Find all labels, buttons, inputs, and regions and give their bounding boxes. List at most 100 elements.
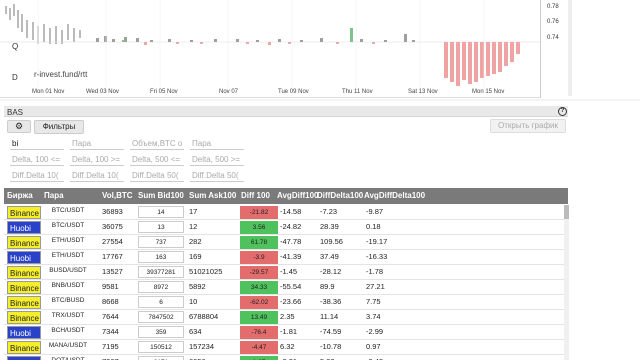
pair2-filter-input[interactable] [190,138,244,150]
pair-cell[interactable]: BTC/BUSD [43,297,93,304]
avgdiffdelta100-cell: -2.99 [366,327,384,336]
table-row[interactable]: Binance MANA/USDT 7195 150512 157234 -4.47 6.3… [4,340,564,355]
table-row[interactable]: Binance TRX/USDT 7644 7847502 6788804 13.49 2.… [4,310,564,325]
table-row[interactable]: Binance BNB/USDT 9581 8972 5892 34.33 -55.54 89… [4,280,564,295]
diffdelta100-cell: 11.14 [320,312,339,321]
col-exchange[interactable]: Биржа [7,191,33,200]
x-tick: Sat 13 Nov [408,89,438,95]
pair-filter-input[interactable] [70,138,124,150]
avgdiffdelta100-cell: -19.17 [366,237,388,246]
exchange-badge: Huobi [7,251,41,264]
pair-cell[interactable]: BTC/USDT [43,222,93,229]
pair-cell[interactable]: TRX/USDT [43,312,93,319]
pair-cell[interactable]: BUSD/USDT [43,267,93,274]
exchange-badge: Binance [7,341,41,354]
diffdelta100-cell: 37.49 [320,252,339,261]
diff100-cell: -29.57 [240,266,278,279]
sum-bid-cell: 359 [138,326,184,338]
panel-header [4,106,568,117]
settings-gear-button[interactable]: ⚙ [7,120,31,133]
pair-cell[interactable]: BTC/USDT [43,207,93,214]
x-tick: Wed 03 Nov [86,89,119,95]
diffdelta100-max-input[interactable] [70,170,124,182]
vol-cell: 27554 [102,237,123,246]
col-diffdelta100[interactable]: DiffDelta100 [317,191,363,200]
chart-label-d: D [12,73,18,82]
table-row[interactable]: Binance BTC/BUSD 8668 6 10 -62.02 -23.66 -38.36… [4,295,564,310]
table-row[interactable]: Huobi BTC/USDT 36075 13 12 3.56 -24.82 28.39 0.1… [4,220,564,235]
diffdelta100-min-input[interactable] [10,170,64,182]
diffdelta100-cell: 109.56 [320,237,343,246]
table-header: Биржа Пара Vol,BTC Sum Bid100 Sum Ask100… [4,188,568,204]
col-sum-bid[interactable]: Sum Bid100 [138,191,184,200]
pair-cell[interactable]: BCH/USDT [43,327,93,334]
diffdelta500-min-input[interactable] [130,170,184,182]
table-row[interactable]: Binance BUSD/USDT 13527 39377281 51021025 -29… [4,265,564,280]
open-chart-button[interactable]: Открыть график [490,119,566,133]
diffdelta500-max-input[interactable] [190,170,244,182]
col-sum-ask[interactable]: Sum Ask100 [189,191,236,200]
table-row[interactable]: Huobi ETH/USDT 17767 163 169 -3.9 -41.39 37.49 -… [4,250,564,265]
diffdelta100-cell: -7.23 [320,207,338,216]
vol-cell: 7644 [102,312,119,321]
pair-cell[interactable]: BNB/USDT [43,282,93,289]
price-tick: 0.78 [547,4,559,10]
sum-bid-cell: 8972 [138,281,184,293]
exchange-badge: Huobi [7,356,41,360]
col-avgdiffdelta100[interactable]: AvgDiffDelta100 [364,191,425,200]
table-scrollbar[interactable] [564,205,569,360]
gear-icon: ⚙ [14,121,24,131]
col-pair[interactable]: Пара [44,191,64,200]
sum-bid-cell: 14 [138,206,184,218]
price-chart[interactable]: Q D r-invest.fund/rtt Mon 01 Nov Wed 03 … [0,0,570,98]
sum-ask-cell: 5892 [189,282,206,291]
price-scale[interactable]: 0.78 0.76 0.74 [540,0,570,98]
diffdelta100-cell: -28.12 [320,267,342,276]
delta500-min-input[interactable] [130,154,184,166]
avgdiffdelta100-cell: -16.33 [366,252,388,261]
diff100-cell: -62.02 [240,296,278,309]
avgdiffdelta100-cell: 3.74 [366,312,381,321]
table-row[interactable]: Huobi BCH/USDT 7344 359 634 -76.4 -1.81 -74.59 -… [4,325,564,340]
chart-plot[interactable]: Q D r-invest.fund/rtt Mon 01 Nov Wed 03 … [0,0,540,98]
avgdiff100-cell: -47.78 [280,237,302,246]
avgdiff100-cell: -14.58 [280,207,302,216]
pair-cell[interactable]: ETH/USDT [43,252,93,259]
exchange-badge: Huobi [7,326,41,339]
volume-filter-input[interactable] [130,138,184,150]
delta500-max-input[interactable] [190,154,244,166]
exchange-badge: Binance [7,266,41,279]
table-row[interactable]: Binance BTC/USDT 36893 14 17 -21.82 -14.58 -7.2… [4,205,564,220]
delta100-min-input[interactable] [10,154,64,166]
scroll-thumb[interactable] [564,205,569,219]
vol-cell: 8668 [102,297,119,306]
table-row[interactable]: Binance ETH/USDT 27554 737 282 61.78 -47.78 109… [4,235,564,250]
exchange-badge: Binance [7,206,41,219]
chart-scrollbar[interactable] [568,0,572,96]
exchange-badge: Binance [7,311,41,324]
x-tick: Thu 11 Nov [342,89,373,95]
avgdiffdelta100-cell: -9.87 [366,207,384,216]
price-tick: 0.74 [547,35,559,41]
diff100-cell: 3.56 [240,221,278,234]
col-vol[interactable]: Vol,BTC [102,191,133,200]
diffdelta100-cell: -10.78 [320,342,342,351]
table-row[interactable]: HuobiDOT/USDT7067617160561.87-3.215.08-0… [4,355,564,360]
filters-button[interactable]: Фильтры [34,120,84,134]
col-diff100[interactable]: Diff 100 [241,191,270,200]
avgdiff100-cell: 6.32 [280,342,295,351]
pair-cell[interactable]: ETH/USDT [43,237,93,244]
help-icon[interactable]: ? [558,107,567,116]
chart-label-q: Q [12,42,19,51]
diffdelta100-cell: -74.59 [320,327,342,336]
table-body: Binance BTC/USDT 36893 14 17 -21.82 -14.58 -7.2… [4,205,568,360]
diff100-cell: -3.9 [240,251,278,264]
exchange-filter-input[interactable] [10,138,64,150]
pair-cell[interactable]: MANA/USDT [43,342,93,349]
delta100-max-input[interactable] [70,154,124,166]
col-avgdiff100[interactable]: AvgDiff100 [277,191,319,200]
sum-bid-cell: 163 [138,251,184,263]
avgdiffdelta100-cell: 27.21 [366,282,385,291]
x-tick: Fri 05 Nov [150,89,178,95]
sum-ask-cell: 51021025 [189,267,223,276]
